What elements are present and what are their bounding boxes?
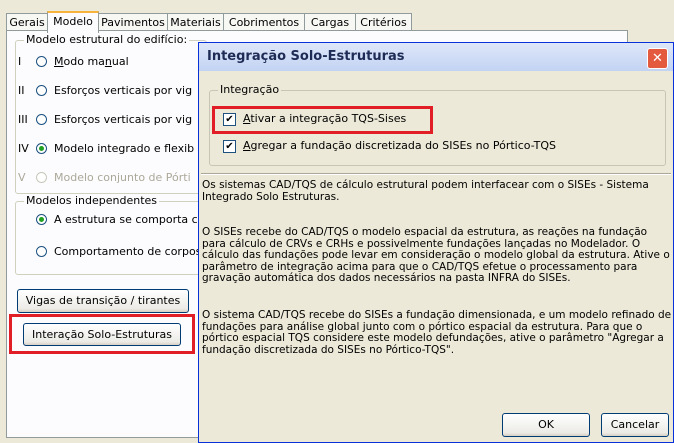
option-label-1: Modo manual <box>54 55 129 68</box>
description-paragraph-1: Os sistemas CAD/TQS de cálculo estrutura… <box>202 179 649 203</box>
tab-modelo[interactable]: Modelo <box>47 11 99 33</box>
ativar-label: Ativar a integração TQS-Sises <box>243 112 407 125</box>
ok-button[interactable]: OK <box>502 413 590 437</box>
radio-modo-manual[interactable] <box>36 56 47 67</box>
dialog-title: Integração Solo-Estruturas <box>207 49 405 64</box>
option-roman-1: I <box>18 55 22 68</box>
integracao-group-title: Integração <box>218 83 282 96</box>
agregar-label: Agregar a fundação discretizada do SISEs… <box>243 139 557 152</box>
tab-cargas[interactable]: Cargas <box>304 13 356 31</box>
option-label-3: Esforços verticais por vig <box>54 113 193 126</box>
option-roman-4: IV <box>18 142 29 155</box>
option-roman-2: II <box>18 84 25 97</box>
option-label-5: Modelo conjunto de Pórti <box>54 171 191 184</box>
integracao-dialog: Integração Solo-Estruturas ✕ Integração … <box>198 42 674 443</box>
tab-pavimentos[interactable]: Pavimentos <box>98 13 168 31</box>
tab-cobrimentos[interactable]: Cobrimentos <box>223 13 305 31</box>
modelo-estrutural-group: Modelo estrutural do edifício: I Modo ma… <box>15 33 207 194</box>
vigas-transicao-button[interactable]: Vigas de transição / tirantes <box>17 289 189 313</box>
cancel-button[interactable]: Cancelar <box>601 413 669 437</box>
dialog-separator <box>201 173 671 175</box>
agregar-checkbox[interactable]: ✔ <box>223 140 236 153</box>
option-label-4: Modelo integrado e flexib <box>54 142 195 155</box>
interacao-solo-estruturas-button[interactable]: Interação Solo-Estruturas <box>23 323 181 346</box>
independent-option-label-1: A estrutura se comporta cc <box>54 213 204 226</box>
dialog-titlebar[interactable]: Integração Solo-Estruturas ✕ <box>199 43 673 71</box>
tab-criterios[interactable]: Critérios <box>355 13 412 31</box>
radio-estrutura-comporta[interactable] <box>36 214 47 225</box>
option-roman-5: V <box>18 171 26 184</box>
modelos-independentes-title: Modelos independentes <box>24 194 160 207</box>
independent-option-label-2: Comportamento de corpos <box>54 245 202 258</box>
close-icon[interactable]: ✕ <box>647 48 668 69</box>
radio-esforcos-verticais-2[interactable] <box>36 114 47 125</box>
modelos-independentes-group: Modelos independentes A estrutura se com… <box>15 194 207 275</box>
radio-esforcos-verticais-1[interactable] <box>36 85 47 96</box>
modelo-estrutural-title: Modelo estrutural do edifício: <box>24 33 190 46</box>
ativar-checkbox[interactable]: ✔ <box>223 113 236 126</box>
radio-modelo-conjunto <box>36 172 47 183</box>
radio-comportamento-corpos[interactable] <box>36 246 47 257</box>
option-label-2: Esforços verticais por vig <box>54 84 193 97</box>
option-roman-3: III <box>18 113 28 126</box>
radio-modelo-integrado[interactable] <box>36 143 47 154</box>
description-paragraph-2: O SISEs recebe do CAD/TQS o modelo espac… <box>202 226 670 285</box>
tab-gerais[interactable]: Gerais <box>6 13 48 31</box>
properties-window: Gerais Modelo Pavimentos Materiais Cobri… <box>0 0 674 443</box>
tab-materiais[interactable]: Materiais <box>167 13 224 31</box>
description-paragraph-3: O sistema CAD/TQS recebe do SISEs a fund… <box>202 309 672 356</box>
